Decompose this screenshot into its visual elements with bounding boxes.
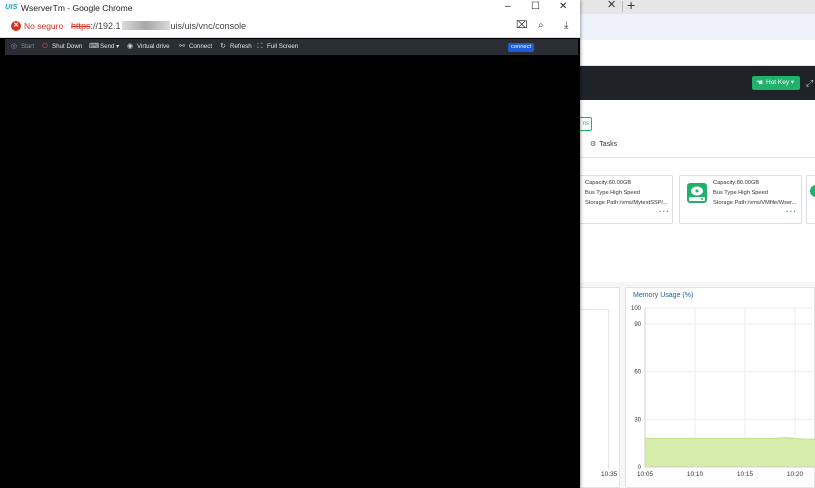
hand-icon: ☚ — [756, 78, 764, 87]
address-bar: ✕ No seguro https://192.1 uis/uis/vnc/con… — [0, 17, 580, 38]
power-circle-icon: ◎ — [10, 43, 18, 50]
send-button[interactable]: ⌨Send ▾ — [89, 39, 119, 55]
download-icon[interactable]: ⤓ — [564, 20, 568, 31]
disc-icon: ◉ — [126, 43, 134, 50]
refresh-icon: ↻ — [220, 43, 226, 50]
url-scheme: https — [71, 21, 91, 31]
disk-storage-path: Storage Path:/vms/MytestSSP/... — [585, 200, 668, 206]
shut-down-button[interactable]: ⏻ Shut Down — [41, 39, 82, 55]
minimize-icon[interactable]: – — [505, 1, 511, 12]
y-tick-label: 100 — [631, 306, 642, 312]
more-options-icon[interactable]: ··· — [786, 207, 797, 216]
virtual-drive-label: Virtual drive — [137, 43, 170, 50]
connect-label: Connect — [189, 43, 213, 50]
left-chart-card — [576, 287, 620, 488]
tab-separator — [622, 1, 623, 12]
full-screen-button[interactable]: ⛶ Full Screen — [256, 39, 299, 55]
memory-usage-chart: 100906030010:05 10:10 10:15 10:20 — [631, 306, 815, 478]
vnc-remote-screen[interactable] — [5, 55, 578, 488]
disk-bus-type: Bus Type High Speed — [585, 190, 640, 196]
translate-icon[interactable]: ⌧ — [516, 20, 528, 31]
send-label: Send — [100, 43, 115, 50]
x-tick-label: 10:05 — [637, 471, 654, 478]
connection-status-badge: connect — [508, 43, 534, 52]
vnc-console-popup-window: UIS WserverTm - Google Chrome – ☐ ✕ ✕ No… — [0, 0, 580, 488]
vnc-toolbar: ◎ Start ⏻ Shut Down ⌨Send ▾ ◉ Virtual drive… — [5, 39, 578, 55]
x-tick-label: 10:15 — [737, 471, 754, 478]
memory-area — [645, 437, 815, 467]
refresh-button[interactable]: ↻ Refresh — [219, 39, 252, 55]
link-icon: ⚯ — [179, 43, 185, 50]
tab-divider — [578, 157, 815, 158]
maximize-icon[interactable]: ☐ — [531, 1, 540, 12]
new-tab-icon[interactable]: + — [627, 0, 635, 13]
close-icon[interactable]: ✕ — [559, 1, 567, 12]
disk-bus-type: Bus Type High Speed — [713, 190, 768, 196]
left-chart-grid — [577, 309, 609, 470]
url-host: ://192.1 — [90, 21, 121, 31]
not-secure-icon[interactable]: ✕ — [11, 21, 21, 31]
connect-button[interactable]: ⚯ Connect — [178, 39, 212, 55]
hot-key-button[interactable]: ☚ Hot Key ▾ — [752, 76, 800, 90]
url-field[interactable]: https://192.1 uis/uis/vnc/console — [71, 21, 246, 31]
disk-card[interactable]: Capacity:80.00GB Bus Type High Speed Sto… — [679, 175, 802, 224]
memory-chart-title: Memory Usage (%) — [633, 292, 694, 299]
gear-icon: ⚙ — [590, 141, 597, 148]
uis-logo: UIS — [5, 2, 18, 11]
close-tab-icon[interactable]: ✕ — [607, 0, 616, 11]
url-path: uis/uis/vnc/console — [170, 21, 247, 31]
hard-disk-icon — [810, 185, 815, 197]
disk-capacity: Capacity:60.00GB — [585, 180, 632, 186]
tasks-tab-label: Tasks — [599, 141, 618, 148]
fullscreen-icon: ⛶ — [257, 43, 263, 50]
send-icon: ⌨ — [89, 43, 100, 50]
refresh-label: Refresh — [230, 43, 252, 50]
x-tick-label: 10:10 — [687, 471, 704, 478]
power-icon: ⏻ — [42, 43, 48, 50]
more-options-icon[interactable]: ··· — [659, 207, 670, 216]
disk-card[interactable]: Capacity:60.00GB Bus Type High Speed Sto… — [565, 175, 673, 224]
tab-tasks[interactable]: ⚙ Tasks — [590, 140, 617, 148]
expand-icon[interactable]: ⤢ — [806, 78, 813, 89]
x-tick-label: 10:20 — [787, 471, 804, 478]
y-tick-label: 90 — [634, 322, 641, 328]
security-status[interactable]: No seguro — [24, 21, 63, 31]
redacted-region — [121, 21, 170, 30]
full-screen-label: Full Screen — [267, 43, 299, 50]
start-button[interactable]: ◎ Start — [10, 39, 34, 55]
hard-disk-icon — [687, 183, 707, 203]
start-label: Start — [21, 43, 35, 50]
left-chart-x-tick: 10:35 — [601, 471, 618, 478]
hot-key-label: Hot Key — [766, 79, 790, 86]
disk-capacity: Capacity:80.00GB — [713, 180, 760, 186]
virtual-drive-button[interactable]: ◉ Virtual drive — [126, 39, 170, 55]
disk-card[interactable] — [806, 175, 815, 224]
disk-storage-path: Storage Path:/vms/VMfile/Wser... — [713, 200, 797, 206]
window-title: WserverTm - Google Chrome — [21, 3, 133, 13]
window-title-bar[interactable]: UIS WserverTm - Google Chrome – ☐ ✕ — [0, 0, 580, 17]
y-tick-label: 60 — [634, 370, 641, 376]
shut-down-label: Shut Down — [52, 43, 83, 50]
y-tick-label: 30 — [634, 417, 641, 423]
zoom-icon[interactable]: ⌕ — [538, 20, 544, 31]
